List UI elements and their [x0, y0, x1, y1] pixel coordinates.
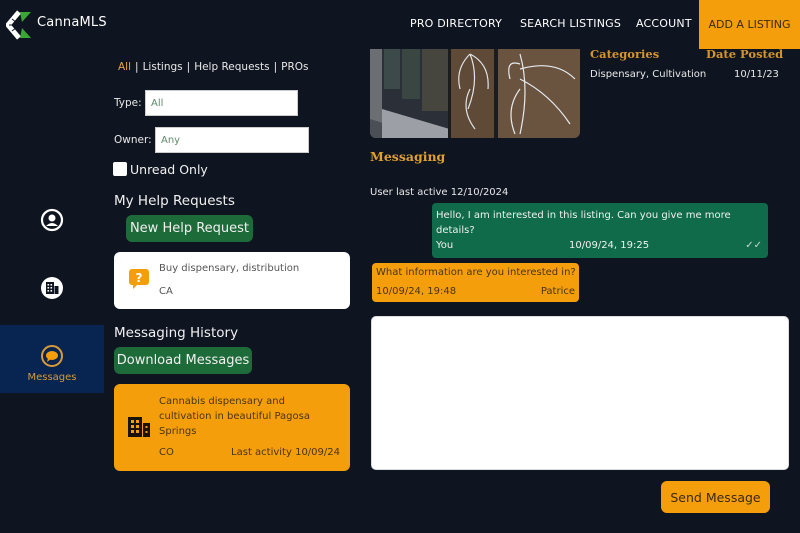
question-bubble-icon: ?: [129, 269, 149, 289]
divider: |: [186, 61, 191, 73]
message-outgoing: Hello, I am interested in this listing. …: [432, 203, 768, 258]
new-help-request-button[interactable]: New Help Request: [126, 215, 253, 242]
user-circle-icon[interactable]: [40, 208, 64, 232]
unread-only-label[interactable]: Unread Only: [130, 162, 208, 177]
filter-tabs: All | Listings | Help Requests | PROs: [118, 61, 309, 73]
cannamls-logo-icon[interactable]: [6, 10, 32, 40]
message-time: 10/09/24, 19:25: [569, 240, 650, 251]
page: CannaMLS PRO DIRECTORY SEARCH LISTINGS A…: [0, 0, 800, 533]
listing-photo: [370, 49, 580, 138]
user-last-active: User last active 12/10/2024: [370, 187, 509, 198]
help-request-title: Buy dispensary, distribution: [159, 263, 300, 274]
categories-value: Dispensary, Cultivation: [590, 69, 707, 80]
type-label: Type:: [114, 97, 142, 109]
conversation-state: CO: [159, 447, 174, 458]
top-nav: CannaMLS PRO DIRECTORY SEARCH LISTINGS A…: [0, 0, 800, 49]
message-sender: Patrice: [540, 286, 575, 297]
divider: |: [273, 61, 278, 73]
filter-tab-help-requests[interactable]: Help Requests: [194, 61, 269, 73]
help-request-state: CA: [159, 286, 173, 297]
building-icon: [128, 417, 150, 437]
unread-only-checkbox[interactable]: [113, 162, 127, 176]
filter-tab-all[interactable]: All: [118, 61, 131, 73]
messaging-history-title: Messaging History: [114, 325, 239, 341]
rail-label-messages: Messages: [27, 372, 77, 383]
message-incoming: What information are you interested in? …: [372, 263, 579, 302]
nav-account[interactable]: ACCOUNT: [636, 17, 692, 30]
owner-label: Owner:: [114, 134, 152, 146]
owner-select[interactable]: Any: [155, 127, 309, 153]
messaging-title: Messaging: [370, 149, 446, 164]
conversation-last-activity: Last activity 10/09/24: [231, 447, 340, 458]
help-request-card[interactable]: ? Buy dispensary, distribution CA: [114, 252, 350, 309]
brand-name[interactable]: CannaMLS: [37, 15, 107, 30]
send-message-button[interactable]: Send Message: [661, 481, 770, 513]
building-icon[interactable]: [40, 276, 64, 300]
conversation-title: Cannabis dispensary and cultivation in b…: [159, 396, 310, 437]
add-listing-button[interactable]: ADD A LISTING: [699, 0, 800, 49]
filter-tab-pros[interactable]: PROs: [281, 61, 308, 73]
message-time: 10/09/24, 19:48: [376, 286, 457, 297]
double-check-icon: ✓✓: [745, 240, 762, 251]
date-posted-label: Date Posted: [706, 47, 784, 61]
help-requests-title: My Help Requests: [114, 193, 235, 209]
svg-text:?: ?: [136, 271, 143, 285]
conversation-card[interactable]: Cannabis dispensary and cultivation in b…: [114, 384, 350, 471]
type-select[interactable]: All: [145, 90, 298, 116]
nav-pro-directory[interactable]: PRO DIRECTORY: [410, 17, 502, 30]
filter-tab-listings[interactable]: Listings: [143, 61, 183, 73]
message-sender: You: [436, 240, 454, 251]
message-text: What information are you interested in?: [376, 267, 576, 278]
message-text: Hello, I am interested in this listing. …: [436, 210, 731, 236]
date-posted-value: 10/11/23: [734, 69, 779, 80]
nav-search-listings[interactable]: SEARCH LISTINGS: [520, 17, 621, 30]
categories-label: Categories: [590, 47, 660, 61]
message-input[interactable]: [371, 316, 789, 470]
chat-bubble-icon: [41, 345, 63, 367]
download-messages-button[interactable]: Download Messages: [114, 347, 252, 374]
divider: |: [135, 61, 139, 73]
